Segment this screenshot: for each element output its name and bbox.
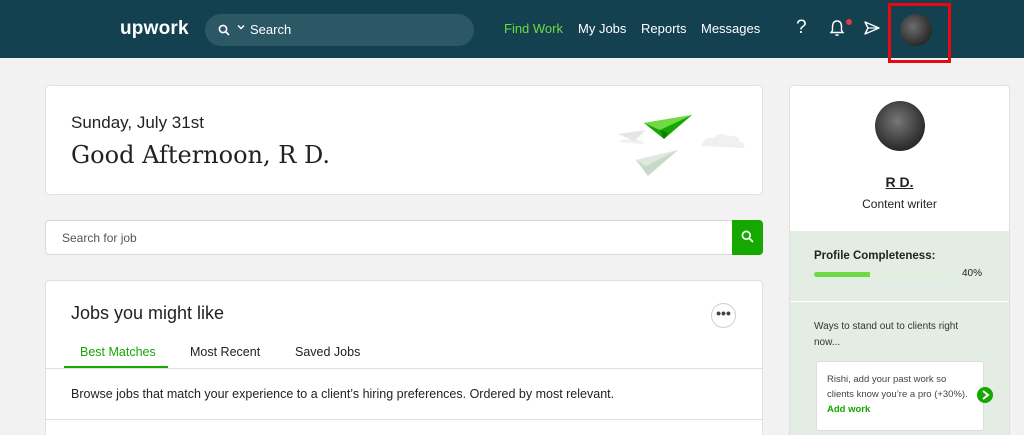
chevron-right-icon <box>982 390 990 400</box>
next-tip-button[interactable] <box>977 387 993 403</box>
profile-completeness-fill <box>814 272 870 277</box>
tip-card: Rishi, add your past work so clients kno… <box>816 361 984 431</box>
jobs-title: Jobs you might like <box>71 303 225 323</box>
search-label: Search <box>250 22 292 37</box>
profile-completeness-label: Profile Completeness: <box>814 250 936 262</box>
profile-avatar[interactable] <box>875 101 925 151</box>
profile-completeness-bar <box>814 272 954 277</box>
notification-dot <box>846 19 852 25</box>
tab-saved-jobs[interactable]: Saved Jobs <box>295 345 360 359</box>
tab-most-recent[interactable]: Most Recent <box>190 345 260 359</box>
paper-plane-illustration <box>616 106 756 186</box>
profile-completeness-percent: 40% <box>962 268 983 279</box>
top-navbar: upwork Search Find Work My Jobs Reports … <box>0 0 1024 63</box>
nav-messages[interactable]: Messages <box>701 21 760 36</box>
more-options-button[interactable]: ••• <box>711 303 736 328</box>
bell-icon[interactable] <box>829 19 845 42</box>
divider <box>46 419 762 420</box>
help-icon[interactable]: ? <box>796 17 807 39</box>
divider <box>46 368 762 369</box>
job-search-input[interactable]: Search for job <box>45 220 763 255</box>
divider <box>790 301 1009 302</box>
add-work-link[interactable]: Add work <box>827 404 870 415</box>
send-icon[interactable] <box>863 19 881 42</box>
global-search[interactable]: Search <box>205 14 474 46</box>
search-icon <box>741 230 754 243</box>
date-label: Sunday, July 31st <box>71 113 204 132</box>
jobs-description: Browse jobs that match your experience t… <box>71 387 615 401</box>
greeting-message: Good Afternoon, R D. <box>71 141 330 169</box>
avatar[interactable] <box>900 14 932 46</box>
tip-text: Rishi, add your past work so clients kno… <box>827 374 968 400</box>
highlight-box <box>888 3 951 63</box>
tab-best-matches[interactable]: Best Matches <box>80 345 156 359</box>
greeting-card: Sunday, July 31st Good Afternoon, R D. <box>45 85 763 195</box>
jobs-card: Jobs you might like ••• Best Matches Mos… <box>45 280 763 435</box>
job-search-placeholder: Search for job <box>62 231 137 245</box>
ways-to-stand-out: Ways to stand out to clients right now..… <box>814 321 959 348</box>
upwork-logo[interactable]: upwork <box>120 18 189 40</box>
nav-reports[interactable]: Reports <box>641 21 687 36</box>
nav-my-jobs[interactable]: My Jobs <box>578 21 626 36</box>
job-search-button[interactable] <box>732 220 763 255</box>
search-icon <box>218 23 230 41</box>
profile-name-link[interactable]: R D. <box>790 174 1009 190</box>
profile-completeness-panel: Profile Completeness: 40% Ways to stand … <box>790 231 1009 435</box>
chevron-down-icon[interactable] <box>237 23 245 33</box>
profile-card: R D. Content writer Profile Completeness… <box>789 85 1010 435</box>
nav-find-work[interactable]: Find Work <box>504 21 563 36</box>
profile-title: Content writer <box>862 197 937 211</box>
